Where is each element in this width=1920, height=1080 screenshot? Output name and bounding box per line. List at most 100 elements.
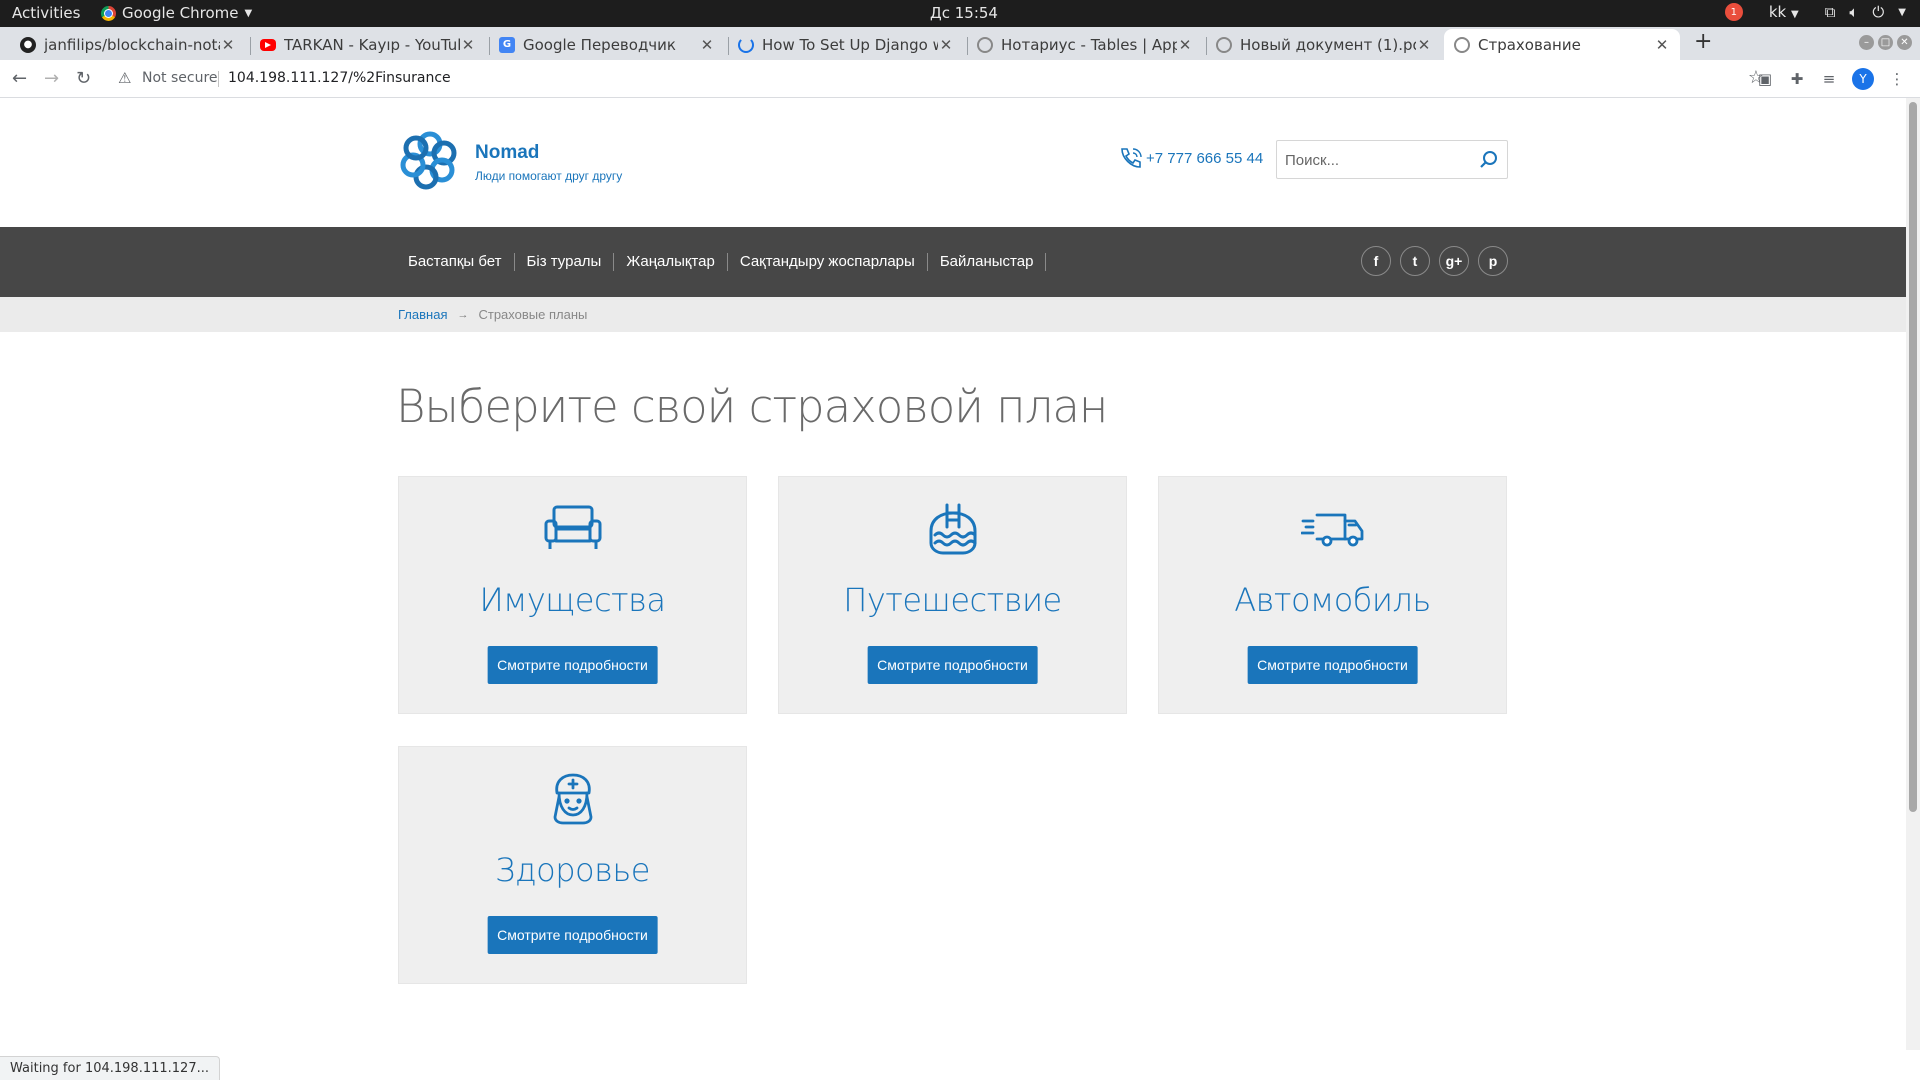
tab-title: TARKAN - Kayıp - YouTube: [284, 35, 460, 54]
tab-title: Новый документ (1).pdf: [1240, 35, 1416, 54]
new-tab-button[interactable]: +: [1694, 29, 1712, 54]
phone-icon: [1121, 148, 1142, 168]
close-icon[interactable]: ✕: [220, 36, 236, 54]
nav-item-news[interactable]: Жаңалықтар: [614, 253, 728, 271]
status-bubble: Waiting for 104.198.111.127...: [0, 1056, 220, 1080]
page-content: Nomad Люди помогают друг другу +7 777 66…: [0, 98, 1906, 1050]
scrollbar-thumb[interactable]: [1909, 102, 1917, 812]
plan-card-travel: Путешествие Смотрите подробности: [778, 476, 1127, 714]
close-window-icon[interactable]: ✕: [1897, 35, 1912, 50]
phone-contact[interactable]: +7 777 666 55 44: [1118, 146, 1263, 170]
loading-spinner-icon: [738, 36, 754, 53]
system-tray: 1 kk ▼ ⧉ 🔈︎ ⏻ ▼: [1724, 3, 1906, 21]
tab-title: Страхование: [1478, 35, 1581, 54]
chevron-down-icon: ▼: [1898, 6, 1906, 18]
os-top-bar: Activities Google Chrome ▼ Дс 15:54 1 kk…: [0, 0, 1920, 27]
phone-number: +7 777 666 55 44: [1146, 149, 1264, 167]
pinterest-icon[interactable]: p: [1478, 246, 1508, 276]
close-icon[interactable]: ✕: [938, 36, 954, 54]
nav-item-contacts[interactable]: Байланыстар: [928, 253, 1047, 271]
brand-name[interactable]: Nomad: [475, 142, 539, 164]
plan-details-button[interactable]: Смотрите подробности: [487, 916, 658, 954]
google-translate-icon: G: [499, 36, 515, 53]
nav-item-insurance-plans[interactable]: Сақтандыру жоспарлары: [728, 253, 928, 271]
nav-menu: Бастапқы бет Біз туралы Жаңалықтар Сақта…: [396, 227, 1047, 297]
keyboard-layout-indicator[interactable]: kk ▼: [1769, 3, 1799, 21]
status-menu[interactable]: ⧉ 🔈︎ ⏻ ▼: [1825, 3, 1906, 21]
plan-details-button[interactable]: Смотрите подробности: [1247, 646, 1418, 684]
breadcrumb-bar: Главная → Страховые планы: [0, 297, 1906, 332]
url-text[interactable]: 104.198.111.127/%2Finsurance: [228, 70, 451, 86]
activities-button[interactable]: Activities: [12, 4, 80, 22]
page-title: Выберите свой страховой план: [396, 380, 1108, 433]
more-menu-icon[interactable]: ⋮: [1888, 70, 1906, 88]
site-header: Nomad Люди помогают друг другу +7 777 66…: [0, 98, 1906, 227]
nav-item-about[interactable]: Біз туралы: [515, 253, 615, 271]
close-icon[interactable]: ✕: [1416, 36, 1432, 54]
plan-title: Здоровье: [495, 851, 650, 889]
nomad-logo-icon[interactable]: [396, 126, 464, 194]
tab-strip: ● janfilips/blockchain-notary ✕ TARKAN -…: [0, 27, 1920, 60]
notification-badge-icon[interactable]: 1: [1724, 3, 1743, 21]
media-control-icon[interactable]: ≡: [1820, 70, 1838, 88]
plan-title: Автомобиль: [1234, 581, 1431, 619]
breadcrumb-current: Страховые планы: [478, 307, 588, 322]
twitter-icon[interactable]: t: [1400, 246, 1430, 276]
plan-title: Путешествие: [843, 581, 1062, 619]
social-links: f t g+ p: [1361, 246, 1508, 276]
plan-details-button[interactable]: Смотрите подробности: [487, 646, 658, 684]
delivery-truck-icon: [1300, 513, 1363, 547]
breadcrumb: Главная → Страховые планы: [398, 307, 587, 322]
app-menu-label: Google Chrome: [122, 4, 239, 22]
clock[interactable]: Дс 15:54: [930, 4, 998, 22]
tab-title: janfilips/blockchain-notary: [44, 35, 220, 54]
tab[interactable]: TARKAN - Kayıp - YouTube ✕: [250, 29, 486, 60]
facebook-icon[interactable]: f: [1361, 246, 1391, 276]
power-icon: ⏻: [1872, 3, 1885, 21]
close-icon[interactable]: ✕: [1654, 36, 1670, 54]
page-scrollbar[interactable]: [1906, 98, 1920, 1050]
search-input[interactable]: [1285, 149, 1475, 171]
cast-icon[interactable]: ▣: [1756, 70, 1774, 88]
google-plus-icon[interactable]: g+: [1439, 246, 1469, 276]
nav-item-home[interactable]: Бастапқы бет: [396, 253, 515, 271]
sofa-icon: [544, 505, 601, 549]
plan-card-car: Автомобиль Смотрите подробности: [1158, 476, 1507, 714]
back-icon[interactable]: ←: [12, 68, 27, 89]
tab-title: How To Set Up Django with Postgres: [762, 35, 938, 54]
pool-icon: [929, 503, 976, 555]
tab[interactable]: How To Set Up Django with Postgres ✕: [728, 29, 964, 60]
search-icon[interactable]: [1479, 150, 1499, 170]
puzzle-icon[interactable]: ✚: [1788, 70, 1806, 88]
tab[interactable]: G Google Переводчик ✕: [489, 29, 725, 60]
close-icon[interactable]: ✕: [460, 36, 476, 54]
forward-icon[interactable]: →: [44, 68, 59, 89]
github-icon: ●: [20, 36, 36, 53]
tab[interactable]: Новый документ (1).pdf ✕: [1206, 29, 1442, 60]
youtube-icon: [260, 38, 276, 51]
globe-icon: [1454, 36, 1470, 53]
app-menu[interactable]: Google Chrome ▼: [101, 4, 252, 22]
close-icon[interactable]: ✕: [699, 36, 715, 54]
plan-card-health: Здоровье Смотрите подробности: [398, 746, 747, 984]
globe-icon: [1216, 36, 1232, 53]
maximize-icon[interactable]: □: [1878, 35, 1893, 50]
address-bar[interactable]: ⚠ Not secure 104.198.111.127/%2Finsuranc…: [110, 64, 1780, 94]
site-search: [1276, 140, 1508, 179]
main-navigation: Бастапқы бет Біз туралы Жаңалықтар Сақта…: [0, 227, 1906, 297]
close-icon[interactable]: ✕: [1177, 36, 1193, 54]
security-label[interactable]: Not secure: [142, 70, 218, 86]
tab-active[interactable]: Страхование ✕: [1444, 29, 1680, 60]
network-icon: ⧉: [1824, 3, 1836, 21]
plan-title: Имущества: [479, 581, 666, 619]
reload-icon[interactable]: ↻: [76, 68, 91, 89]
nurse-icon: [553, 773, 592, 825]
plan-card-property: Имущества Смотрите подробности: [398, 476, 747, 714]
plan-details-button[interactable]: Смотрите подробности: [867, 646, 1038, 684]
tab[interactable]: Нотариус - Tables | AppSeed ✕: [967, 29, 1203, 60]
breadcrumb-home[interactable]: Главная: [398, 307, 447, 322]
profile-avatar[interactable]: Y: [1852, 68, 1874, 90]
tab[interactable]: ● janfilips/blockchain-notary ✕: [10, 29, 246, 60]
warning-icon[interactable]: ⚠: [118, 69, 131, 87]
minimize-icon[interactable]: –: [1859, 35, 1874, 50]
